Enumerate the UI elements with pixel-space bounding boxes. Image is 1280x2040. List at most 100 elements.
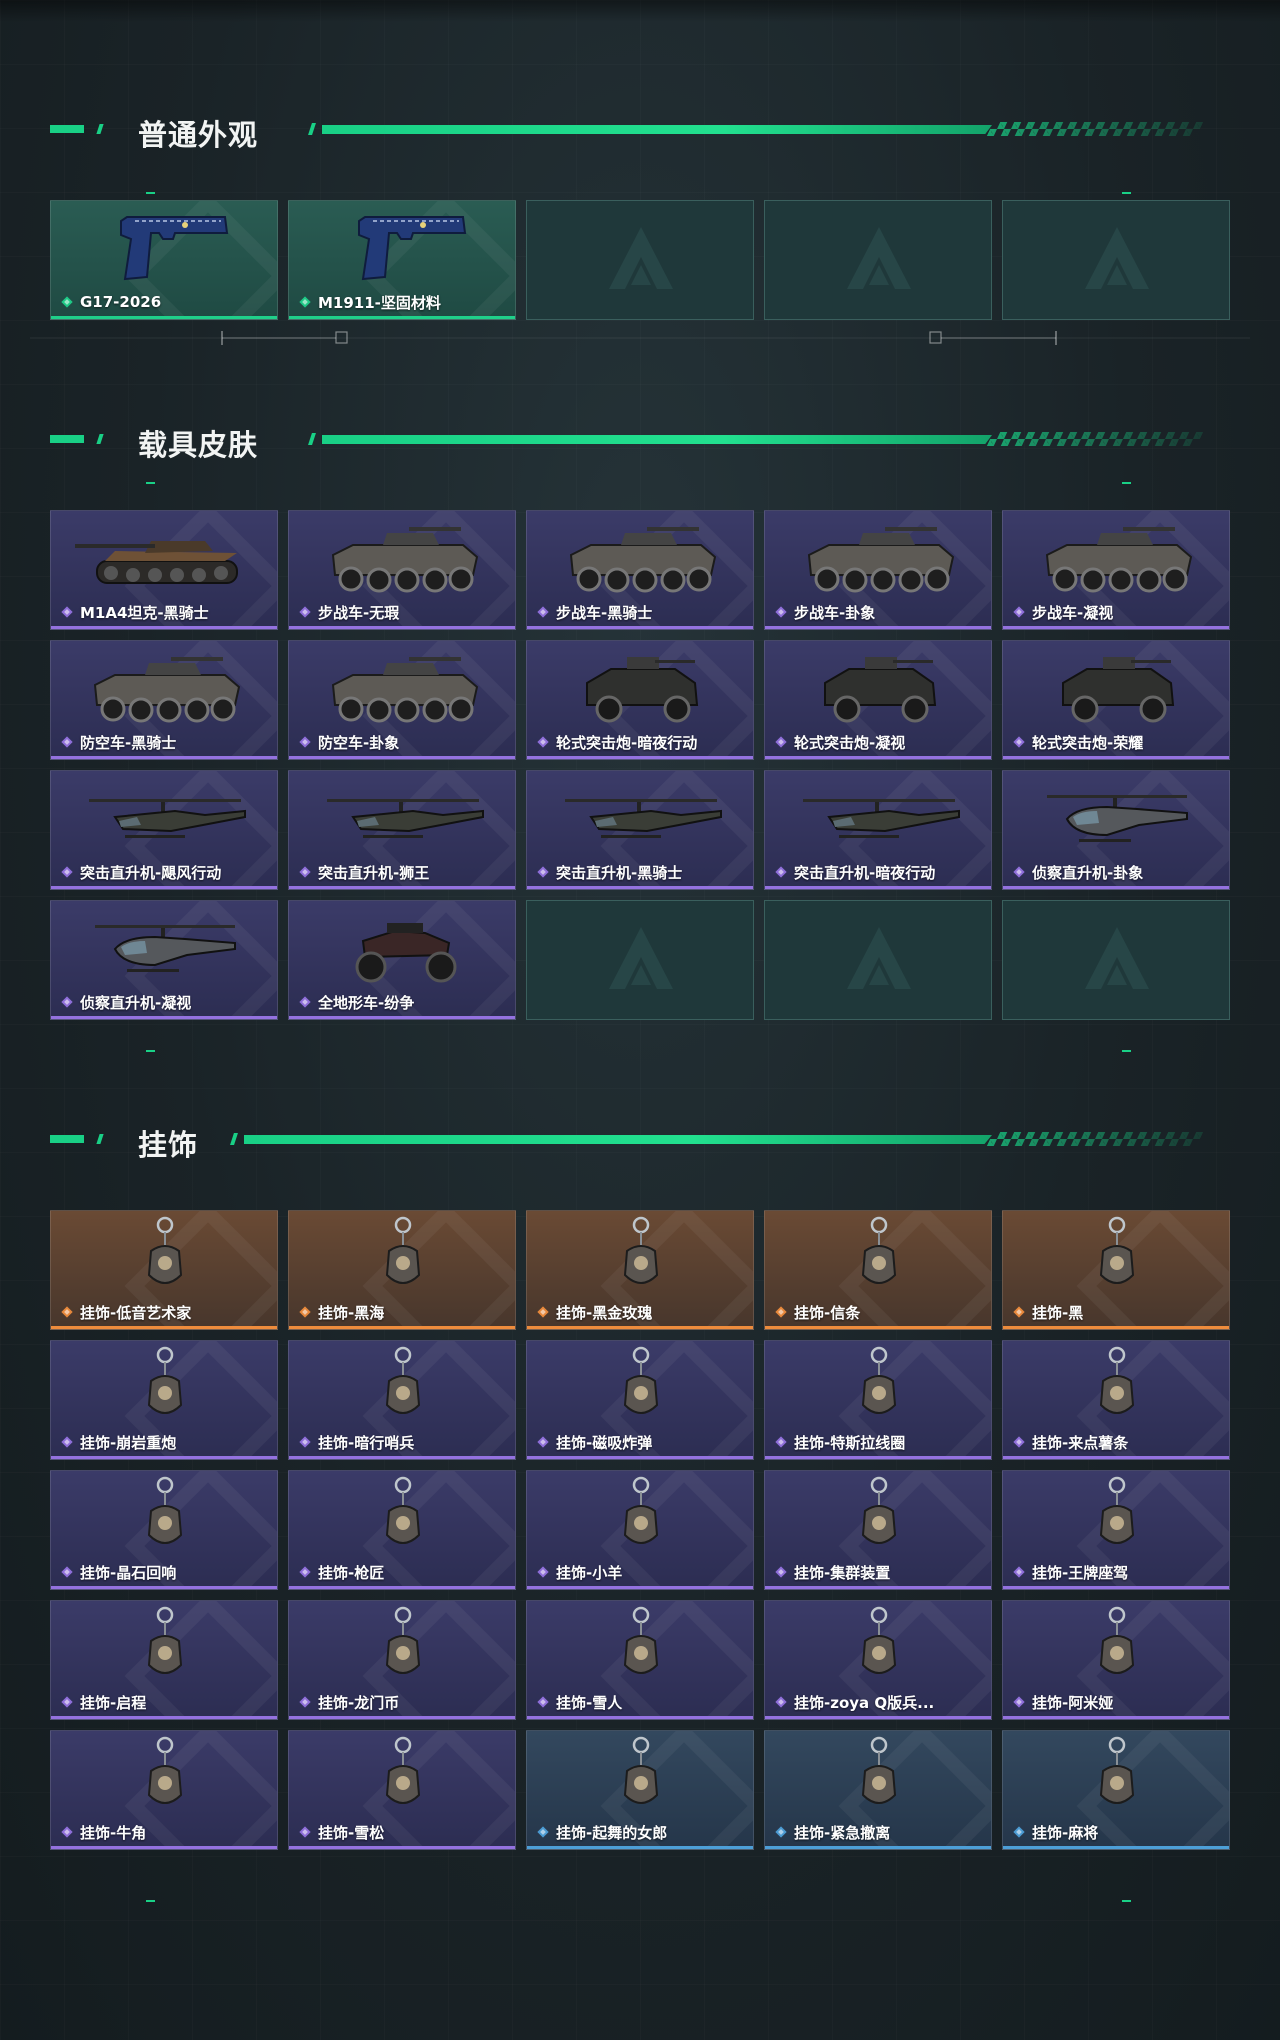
item-card[interactable]: 突击直升机-暗夜行动 — [764, 770, 992, 890]
item-label: 挂饰-特斯拉线圈 — [794, 1433, 906, 1452]
item-card[interactable]: 步战车-无瑕 — [288, 510, 516, 630]
item-card[interactable]: 挂饰-来点薯条 — [1002, 1340, 1230, 1460]
item-card[interactable]: 挂饰-王牌座驾 — [1002, 1470, 1230, 1590]
item-card[interactable]: 挂饰-起舞的女郎 — [526, 1730, 754, 1850]
item-card[interactable]: 挂饰-黑 — [1002, 1210, 1230, 1330]
item-card[interactable]: 挂饰-磁吸炸弹 — [526, 1340, 754, 1460]
item-label-row: 挂饰-zoya Q版兵... — [773, 1692, 985, 1712]
rarity-diamond-icon — [1013, 1826, 1025, 1838]
rarity-diamond-icon — [61, 296, 73, 308]
rarity-diamond-icon — [537, 1696, 549, 1708]
rarity-diamond-icon — [775, 606, 787, 618]
item-card[interactable]: 挂饰-紧急撤离 — [764, 1730, 992, 1850]
item-card[interactable]: M1911-坚固材料 — [288, 200, 516, 320]
item-card[interactable]: 突击直升机-飓风行动 — [50, 770, 278, 890]
rarity-diamond-icon — [775, 1696, 787, 1708]
item-label: 挂饰-枪匠 — [318, 1563, 385, 1582]
rarity-diamond-icon — [537, 606, 549, 618]
item-card[interactable]: 步战车-凝视 — [1002, 510, 1230, 630]
rarity-diamond-icon — [1013, 606, 1025, 618]
empty-slot — [1002, 900, 1230, 1020]
logo-watermark-icon — [1085, 927, 1149, 989]
item-card[interactable]: 挂饰-集群装置 — [764, 1470, 992, 1590]
item-label: 全地形车-纷争 — [318, 993, 415, 1012]
item-card[interactable]: 步战车-卦象 — [764, 510, 992, 630]
item-card[interactable]: 突击直升机-狮王 — [288, 770, 516, 890]
rarity-diamond-icon — [61, 736, 73, 748]
item-card[interactable]: 挂饰-暗行哨兵 — [288, 1340, 516, 1460]
item-label: 挂饰-晶石回响 — [80, 1563, 177, 1582]
item-label-row: 侦察直升机-凝视 — [59, 992, 271, 1012]
corner-mark — [146, 482, 155, 484]
item-card[interactable]: 挂饰-崩岩重炮 — [50, 1340, 278, 1460]
item-label-row: 突击直升机-黑骑士 — [535, 862, 747, 882]
section-title: 载具皮肤 — [138, 428, 259, 462]
item-label-row: 挂饰-麻将 — [1011, 1822, 1223, 1842]
item-label: 挂饰-磁吸炸弹 — [556, 1433, 653, 1452]
item-label: 步战车-黑骑士 — [556, 603, 653, 622]
corner-mark — [1122, 1050, 1131, 1052]
header-accent-tick — [96, 1134, 104, 1144]
item-card[interactable]: 挂饰-启程 — [50, 1600, 278, 1720]
item-card[interactable]: 侦察直升机-凝视 — [50, 900, 278, 1020]
item-label-row: 挂饰-特斯拉线圈 — [773, 1432, 985, 1452]
rarity-diamond-icon — [299, 1306, 311, 1318]
item-label-row: 突击直升机-飓风行动 — [59, 862, 271, 882]
item-label: 挂饰-来点薯条 — [1032, 1433, 1129, 1452]
item-label: 侦察直升机-卦象 — [1032, 863, 1144, 882]
item-label-row: 侦察直升机-卦象 — [1011, 862, 1223, 882]
item-card[interactable]: 轮式突击炮-荣耀 — [1002, 640, 1230, 760]
item-label-row: 步战车-凝视 — [1011, 602, 1223, 622]
item-card[interactable]: 挂饰-黑金玫瑰 — [526, 1210, 754, 1330]
corner-mark — [146, 1900, 155, 1902]
item-card[interactable]: 挂饰-黑海 — [288, 1210, 516, 1330]
item-card[interactable]: 挂饰-晶石回响 — [50, 1470, 278, 1590]
rarity-diamond-icon — [299, 996, 311, 1008]
rarity-diamond-icon — [775, 1436, 787, 1448]
item-label-row: M1911-坚固材料 — [297, 292, 509, 312]
item-card[interactable]: 全地形车-纷争 — [288, 900, 516, 1020]
item-card[interactable]: 挂饰-低音艺术家 — [50, 1210, 278, 1330]
empty-slot — [526, 200, 754, 320]
empty-slot — [764, 200, 992, 320]
item-card[interactable]: 挂饰-龙门币 — [288, 1600, 516, 1720]
header-line — [322, 435, 992, 444]
item-card[interactable]: 轮式突击炮-暗夜行动 — [526, 640, 754, 760]
item-card[interactable]: 侦察直升机-卦象 — [1002, 770, 1230, 890]
item-card[interactable]: G17-2026 — [50, 200, 278, 320]
item-card[interactable]: 挂饰-信条 — [764, 1210, 992, 1330]
logo-watermark-icon — [847, 227, 911, 289]
item-card[interactable]: 防空车-卦象 — [288, 640, 516, 760]
rarity-diamond-icon — [61, 1826, 73, 1838]
item-card[interactable]: 防空车-黑骑士 — [50, 640, 278, 760]
item-card[interactable]: 挂饰-雪人 — [526, 1600, 754, 1720]
rarity-diamond-icon — [1013, 866, 1025, 878]
item-card[interactable]: 轮式突击炮-凝视 — [764, 640, 992, 760]
item-label-row: 挂饰-黑 — [1011, 1302, 1223, 1322]
item-card[interactable]: 挂饰-牛角 — [50, 1730, 278, 1850]
item-card[interactable]: 挂饰-麻将 — [1002, 1730, 1230, 1850]
header-checker-pattern — [986, 1132, 1204, 1146]
item-card[interactable]: 挂饰-小羊 — [526, 1470, 754, 1590]
logo-watermark-icon — [1085, 227, 1149, 289]
rarity-diamond-icon — [61, 1306, 73, 1318]
item-label-row: 防空车-黑骑士 — [59, 732, 271, 752]
logo-watermark-icon — [609, 227, 673, 289]
corner-mark — [146, 192, 155, 194]
item-card[interactable]: 挂饰-阿米娅 — [1002, 1600, 1230, 1720]
item-label: 轮式突击炮-凝视 — [794, 733, 906, 752]
item-card[interactable]: 步战车-黑骑士 — [526, 510, 754, 630]
item-card[interactable]: M1A4坦克-黑骑士 — [50, 510, 278, 630]
rarity-diamond-icon — [61, 866, 73, 878]
item-label: 步战车-无瑕 — [318, 603, 400, 622]
item-card[interactable]: 挂饰-特斯拉线圈 — [764, 1340, 992, 1460]
item-card[interactable]: 挂饰-zoya Q版兵... — [764, 1600, 992, 1720]
empty-slot — [526, 900, 754, 1020]
item-card[interactable]: 突击直升机-黑骑士 — [526, 770, 754, 890]
rarity-diamond-icon — [775, 1566, 787, 1578]
item-card[interactable]: 挂饰-雪松 — [288, 1730, 516, 1850]
item-card[interactable]: 挂饰-枪匠 — [288, 1470, 516, 1590]
item-label: 突击直升机-暗夜行动 — [794, 863, 936, 882]
rarity-diamond-icon — [299, 1436, 311, 1448]
logo-watermark-icon — [847, 927, 911, 989]
